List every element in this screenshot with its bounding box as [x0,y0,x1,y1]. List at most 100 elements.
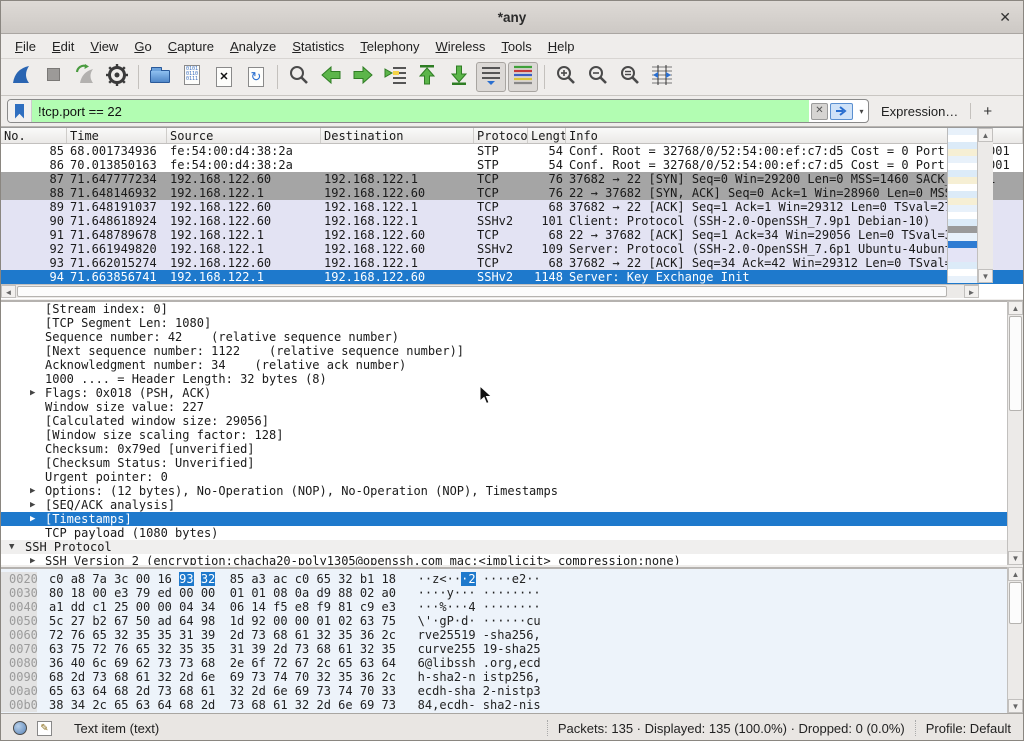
filter-history-dropdown[interactable]: ▾ [855,103,868,120]
resize-columns-button[interactable] [647,62,677,92]
hex-row-0090[interactable]: 009068 2d 73 68 61 32 2d 6e 69 73 74 70 … [1,670,1023,684]
packet-row-94[interactable]: 9471.663856741192.168.122.1192.168.122.6… [1,270,1023,284]
detail-line[interactable]: Acknowledgment number: 34 (relative ack … [1,358,1023,372]
packet-minimap-scrollbar[interactable] [947,128,977,283]
scroll-down-icon[interactable]: ▼ [978,269,993,283]
column-header-destination[interactable]: Destination [321,128,474,143]
detail-line[interactable]: [Stream index: 0] [1,302,1023,316]
detail-line[interactable]: Urgent pointer: 0 [1,470,1023,484]
packet-list-header[interactable]: No.TimeSourceDestinationProtocolLengthIn… [1,128,1023,144]
detail-line[interactable]: ▼SSH Protocol [1,540,1023,554]
scroll-left-icon[interactable]: ◄ [1,285,16,298]
details-scroll-thumb[interactable] [1009,316,1022,411]
hex-row-0060[interactable]: 006072 76 65 32 35 35 31 39 2d 73 68 61 … [1,628,1023,642]
close-file-button[interactable]: ✕ [209,62,239,92]
column-header-length[interactable]: Length [528,128,566,143]
go-to-packet-button[interactable] [380,62,410,92]
detail-line[interactable]: ▶Flags: 0x018 (PSH, ACK) [1,386,1023,400]
bytes-scrollbar[interactable]: ▲ ▼ [1007,567,1023,713]
auto-scroll-button[interactable] [476,62,506,92]
detail-line[interactable]: [Next sequence number: 1122 (relative se… [1,344,1023,358]
hex-row-0070[interactable]: 007063 75 72 76 65 32 35 35 31 39 2d 73 … [1,642,1023,656]
detail-line[interactable]: ▶SSH Version 2 (encryption:chacha20-poly… [1,554,1023,565]
packet-row-85[interactable]: 8568.001734936fe:54:00:d4:38:2aSTP54Conf… [1,144,1023,158]
expanded-icon[interactable]: ▼ [9,540,14,554]
detail-line[interactable]: Checksum: 0x79ed [unverified] [1,442,1023,456]
menu-help[interactable]: Help [540,36,583,57]
save-file-button[interactable]: 010101100111 [177,62,207,92]
menu-go[interactable]: Go [126,36,159,57]
zoom-100-button[interactable] [615,62,645,92]
packet-row-92[interactable]: 9271.661949820192.168.122.1192.168.122.6… [1,242,1023,256]
hex-row-00b0[interactable]: 00b038 34 2c 65 63 64 68 2d 73 68 61 32 … [1,698,1023,712]
collapsed-icon[interactable]: ▶ [30,498,35,512]
column-header-no[interactable]: No. [1,128,67,143]
detail-line[interactable]: 1000 .... = Header Length: 32 bytes (8) [1,372,1023,386]
status-profile[interactable]: Profile: Default [926,721,1011,736]
menu-view[interactable]: View [82,36,126,57]
open-file-button[interactable] [145,62,175,92]
detail-line[interactable]: [Window size scaling factor: 128] [1,428,1023,442]
go-to-top-button[interactable] [412,62,442,92]
collapsed-icon[interactable]: ▶ [30,554,35,565]
stop-capture-button[interactable] [38,62,68,92]
capture-comment-icon[interactable]: ✎ [37,721,52,736]
column-header-protocol[interactable]: Protocol [474,128,528,143]
menu-tools[interactable]: Tools [493,36,539,57]
go-back-button[interactable] [316,62,346,92]
expert-info-icon[interactable] [13,721,27,735]
hscroll-thumb[interactable] [17,286,947,297]
packet-row-91[interactable]: 9171.648789678192.168.122.1192.168.122.6… [1,228,1023,242]
capture-options-button[interactable] [102,62,132,92]
close-icon[interactable]: ✕ [999,9,1011,26]
restart-capture-button[interactable] [70,62,100,92]
column-header-time[interactable]: Time [67,128,167,143]
detail-line[interactable]: TCP payload (1080 bytes) [1,526,1023,540]
menu-edit[interactable]: Edit [44,36,82,57]
menu-file[interactable]: File [7,36,44,57]
hex-row-0030[interactable]: 003080 18 00 e3 79 ed 00 00 01 01 08 0a … [1,586,1023,600]
packet-list-scrollbar[interactable]: ▲ ▼ [977,128,993,283]
start-capture-button[interactable] [6,62,36,92]
collapsed-icon[interactable]: ▶ [30,484,35,498]
find-packet-button[interactable] [284,62,314,92]
detail-line[interactable]: ▶Options: (12 bytes), No-Operation (NOP)… [1,484,1023,498]
go-forward-button[interactable] [348,62,378,92]
collapsed-icon[interactable]: ▶ [30,386,35,400]
hex-row-0020[interactable]: 0020c0 a8 7a 3c 00 16 93 32 85 a3 ac c0 … [1,572,1023,586]
add-filter-button[interactable]: + [983,103,992,120]
expression-button[interactable]: Expression… [881,104,958,119]
detail-line[interactable]: [TCP Segment Len: 1080] [1,316,1023,330]
display-filter-input[interactable] [32,100,809,122]
scroll-down-icon[interactable]: ▼ [1008,551,1023,565]
collapsed-icon[interactable]: ▶ [30,512,35,526]
column-header-source[interactable]: Source [167,128,321,143]
detail-line[interactable]: ▶[Timestamps] [1,512,1023,526]
filter-apply-button[interactable] [830,103,853,120]
detail-line[interactable]: ▶[SEQ/ACK analysis] [1,498,1023,512]
title-bar[interactable]: *any ✕ [1,1,1023,34]
detail-line[interactable]: Sequence number: 42 (relative sequence n… [1,330,1023,344]
reload-file-button[interactable]: ↻ [241,62,271,92]
bytes-scroll-thumb[interactable] [1009,582,1022,624]
packet-row-87[interactable]: 8771.647777234192.168.122.60192.168.122.… [1,172,1023,186]
details-scrollbar[interactable]: ▲ ▼ [1007,301,1023,565]
zoom-out-button[interactable] [583,62,613,92]
filter-bookmark-button[interactable] [8,100,32,122]
scroll-up-icon[interactable]: ▲ [1008,567,1023,581]
packet-row-86[interactable]: 8670.013850163fe:54:00:d4:38:2aSTP54Conf… [1,158,1023,172]
zoom-in-button[interactable] [551,62,581,92]
scroll-down-icon[interactable]: ▼ [1008,699,1023,713]
menu-wireless[interactable]: Wireless [428,36,494,57]
hex-row-0080[interactable]: 008036 40 6c 69 62 73 73 68 2e 6f 72 67 … [1,656,1023,670]
hex-row-0040[interactable]: 0040a1 dd c1 25 00 00 04 34 06 14 f5 e8 … [1,600,1023,614]
scroll-right-icon[interactable]: ► [964,285,979,298]
packet-row-88[interactable]: 8871.648146932192.168.122.1192.168.122.6… [1,186,1023,200]
packet-row-89[interactable]: 8971.648191037192.168.122.60192.168.122.… [1,200,1023,214]
menu-analyze[interactable]: Analyze [222,36,284,57]
packet-row-90[interactable]: 9071.648618924192.168.122.60192.168.122.… [1,214,1023,228]
detail-line[interactable]: Window size value: 227 [1,400,1023,414]
go-to-bottom-button[interactable] [444,62,474,92]
detail-line[interactable]: [Checksum Status: Unverified] [1,456,1023,470]
hex-row-00a0[interactable]: 00a065 63 64 68 2d 73 68 61 32 2d 6e 69 … [1,684,1023,698]
